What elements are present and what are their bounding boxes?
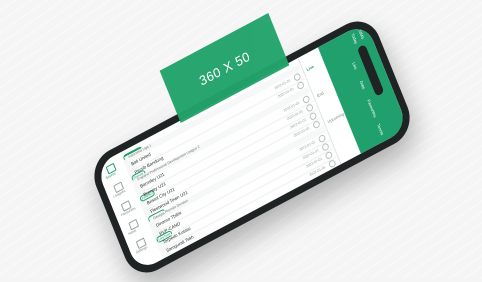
nav-scores[interactable]: Scores xyxy=(102,161,121,182)
topbar-today[interactable]: Today xyxy=(350,32,358,44)
nav-news-label: News xyxy=(127,228,137,237)
tab-live[interactable]: Live xyxy=(306,64,315,72)
nav-settings[interactable]: Settings xyxy=(132,236,151,257)
status-carrier: SIMS xyxy=(357,28,366,41)
topbar-tennis[interactable]: Tennis xyxy=(376,123,385,136)
favourite-icon[interactable] xyxy=(327,158,337,169)
topbar-date[interactable]: Date xyxy=(359,80,367,90)
topbar-live[interactable]: Live xyxy=(351,61,358,70)
nav-leagues[interactable]: Leagues xyxy=(110,180,129,201)
nav-scores-label: Scores xyxy=(105,171,117,181)
nav-favourites[interactable]: Favourites xyxy=(117,199,136,220)
tab-upcoming[interactable]: Upcoming xyxy=(327,111,345,124)
nav-news[interactable]: News xyxy=(125,217,144,238)
topbar-favourites[interactable]: Favourites xyxy=(366,99,377,119)
tab-end[interactable]: End xyxy=(316,90,324,98)
